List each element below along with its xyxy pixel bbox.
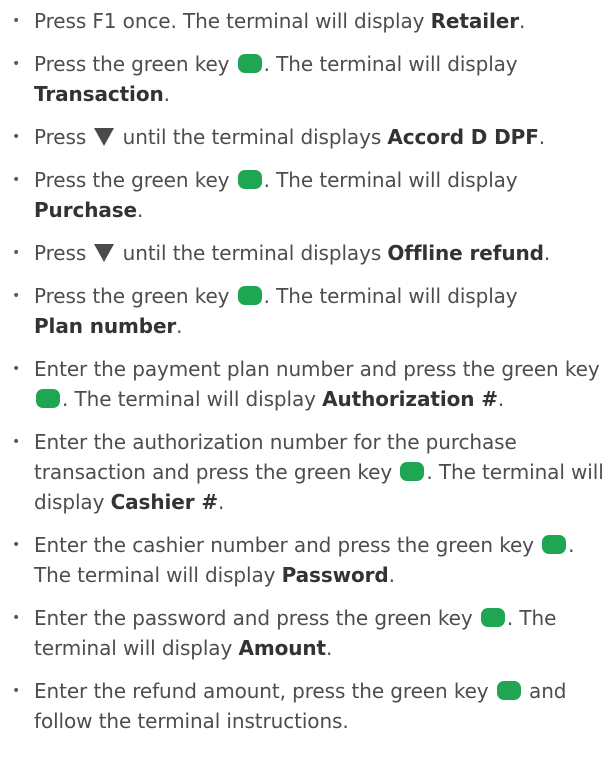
bullet-icon: •	[12, 610, 21, 626]
step-text: . The terminal will display	[263, 284, 518, 308]
display-text: Password	[281, 563, 389, 587]
instruction-steps-list: • Press F1 once. The terminal will displ…	[0, 6, 612, 736]
step-text: until the terminal displays	[116, 125, 388, 149]
green-key-icon	[237, 54, 262, 73]
display-text: Transaction	[34, 82, 164, 106]
step-text: .	[218, 490, 225, 514]
bullet-icon: •	[12, 13, 21, 29]
step-text: .	[176, 314, 183, 338]
green-key-icon	[542, 535, 567, 554]
step-text: .	[388, 563, 395, 587]
bullet-icon: •	[12, 683, 21, 699]
bullet-icon: •	[12, 288, 21, 304]
step-text: . The terminal will display	[263, 52, 518, 76]
bullet-icon: •	[12, 129, 21, 145]
step-text: Press the green key	[34, 284, 236, 308]
green-key-icon	[480, 608, 505, 627]
down-arrow-icon	[94, 244, 115, 262]
step-text: Press	[34, 241, 93, 265]
step-item: • Enter the cashier number and press the…	[0, 530, 612, 590]
step-item: • Press until the terminal displays Offl…	[0, 238, 612, 268]
green-key-icon	[237, 286, 262, 305]
bullet-icon: •	[12, 245, 21, 261]
step-item: • Press F1 once. The terminal will displ…	[0, 6, 612, 36]
step-item: • Press until the terminal displays Acco…	[0, 122, 612, 152]
step-text: Enter the payment plan number and press …	[34, 357, 600, 381]
step-text: .	[325, 636, 333, 660]
down-arrow-icon	[94, 128, 115, 146]
step-text: Press	[34, 125, 93, 149]
green-key-icon	[237, 170, 262, 189]
green-key-icon	[400, 462, 425, 481]
step-text: . The terminal will display	[62, 387, 323, 411]
step-item: • Enter the authorization number for the…	[0, 427, 612, 517]
step-item: • Press the green key . The terminal wil…	[0, 49, 612, 109]
step-text: .	[137, 198, 144, 222]
green-key-icon	[36, 389, 60, 408]
step-text: Press F1 once. The terminal will display	[34, 9, 431, 33]
bullet-icon: •	[12, 361, 21, 377]
step-item: • Press the green key . The terminal wil…	[0, 281, 612, 341]
step-item: • Enter the password and press the green…	[0, 603, 612, 663]
display-text: Offline refund	[387, 241, 544, 265]
step-item: • Press the green key . The terminal wil…	[0, 165, 612, 225]
display-text: Amount	[238, 636, 326, 660]
step-item: • Enter the refund amount, press the gre…	[0, 676, 612, 736]
step-text: .	[543, 241, 551, 265]
display-text: Plan number	[34, 314, 177, 338]
bullet-icon: •	[12, 56, 21, 72]
step-text: .	[519, 9, 526, 33]
step-text: Press the green key	[34, 168, 236, 192]
bullet-icon: •	[12, 172, 21, 188]
step-text: Enter the refund amount, press the green…	[34, 679, 495, 703]
bullet-icon: •	[12, 537, 21, 553]
step-text: Enter the password and press the green k…	[34, 606, 479, 630]
step-text: .	[163, 82, 170, 106]
display-text: Accord D DPF	[387, 125, 539, 149]
step-text: .	[497, 387, 505, 411]
display-text: Retailer	[430, 9, 519, 33]
step-text: until the terminal displays	[116, 241, 388, 265]
display-text: Purchase	[34, 198, 138, 222]
display-text: Authorization #	[322, 387, 498, 411]
step-text: . The terminal will display	[263, 168, 518, 192]
green-key-icon	[496, 681, 521, 700]
bullet-icon: •	[12, 434, 21, 450]
step-text: .	[538, 125, 546, 149]
step-text: Press the green key	[34, 52, 236, 76]
display-text: Cashier #	[110, 490, 219, 514]
step-text: Enter the cashier number and press the g…	[34, 533, 541, 557]
step-item: • Enter the payment plan number and pres…	[0, 354, 612, 414]
